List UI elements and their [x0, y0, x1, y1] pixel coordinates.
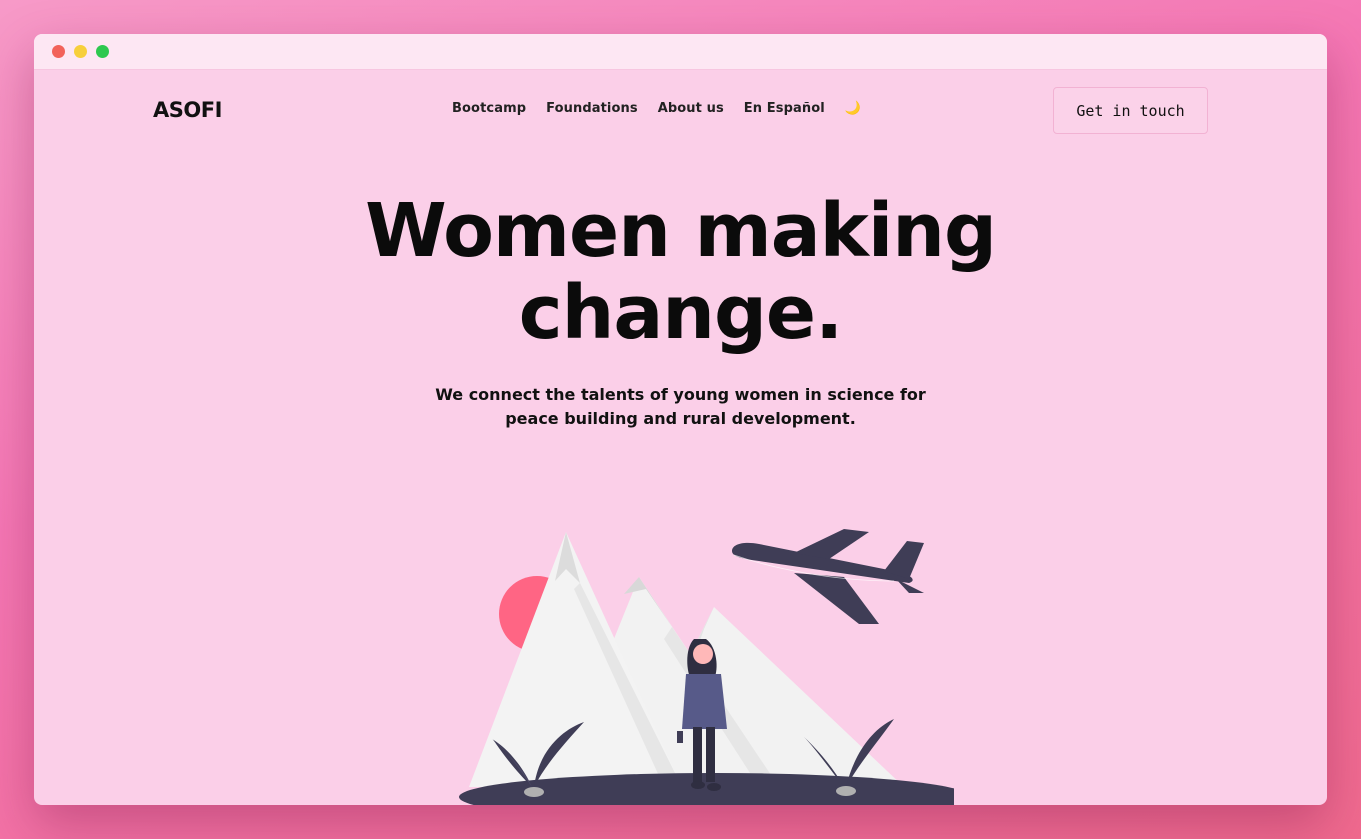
person-shoe-right [707, 783, 721, 791]
person-shoe-left [691, 781, 705, 789]
minimize-window-button[interactable] [74, 45, 87, 58]
site-navbar: ASOFI Bootcamp Foundations About us En E… [34, 70, 1327, 152]
hero-title-line-1: Women making [365, 188, 997, 274]
moon-icon[interactable]: 🌙 [845, 101, 861, 116]
person-leg-right [706, 727, 715, 782]
site-logo[interactable]: ASOFI [153, 98, 222, 122]
hero-subtitle-line-1: We connect the talents of young women in… [435, 385, 926, 404]
nav-link-en-espanol[interactable]: En Español [744, 101, 825, 116]
get-in-touch-button[interactable]: Get in touch [1053, 87, 1208, 134]
hero-subtitle: We connect the talents of young women in… [34, 383, 1327, 431]
hero-title: Women making change. [34, 190, 1327, 354]
person-jacket [682, 674, 727, 729]
airplane-wing-top [794, 529, 869, 559]
person-leg-left [693, 727, 702, 782]
person-head [693, 644, 713, 664]
browser-window: ASOFI Bootcamp Foundations About us En E… [34, 34, 1327, 805]
plant-right-pot [836, 786, 856, 796]
nav-link-bootcamp[interactable]: Bootcamp [452, 101, 526, 116]
airplane-wing-bottom [794, 573, 879, 624]
maximize-window-button[interactable] [96, 45, 109, 58]
nav-link-about-us[interactable]: About us [658, 101, 724, 116]
hero-illustration [459, 529, 954, 805]
nav-link-foundations[interactable]: Foundations [546, 101, 638, 116]
close-window-button[interactable] [52, 45, 65, 58]
nav-links: Bootcamp Foundations About us En Español… [452, 101, 861, 116]
person-phone [677, 731, 683, 743]
window-titlebar [34, 34, 1327, 70]
hero-title-line-2: change. [518, 270, 843, 356]
plant-left-pot [524, 787, 544, 797]
hero-subtitle-line-2: peace building and rural development. [505, 409, 856, 428]
